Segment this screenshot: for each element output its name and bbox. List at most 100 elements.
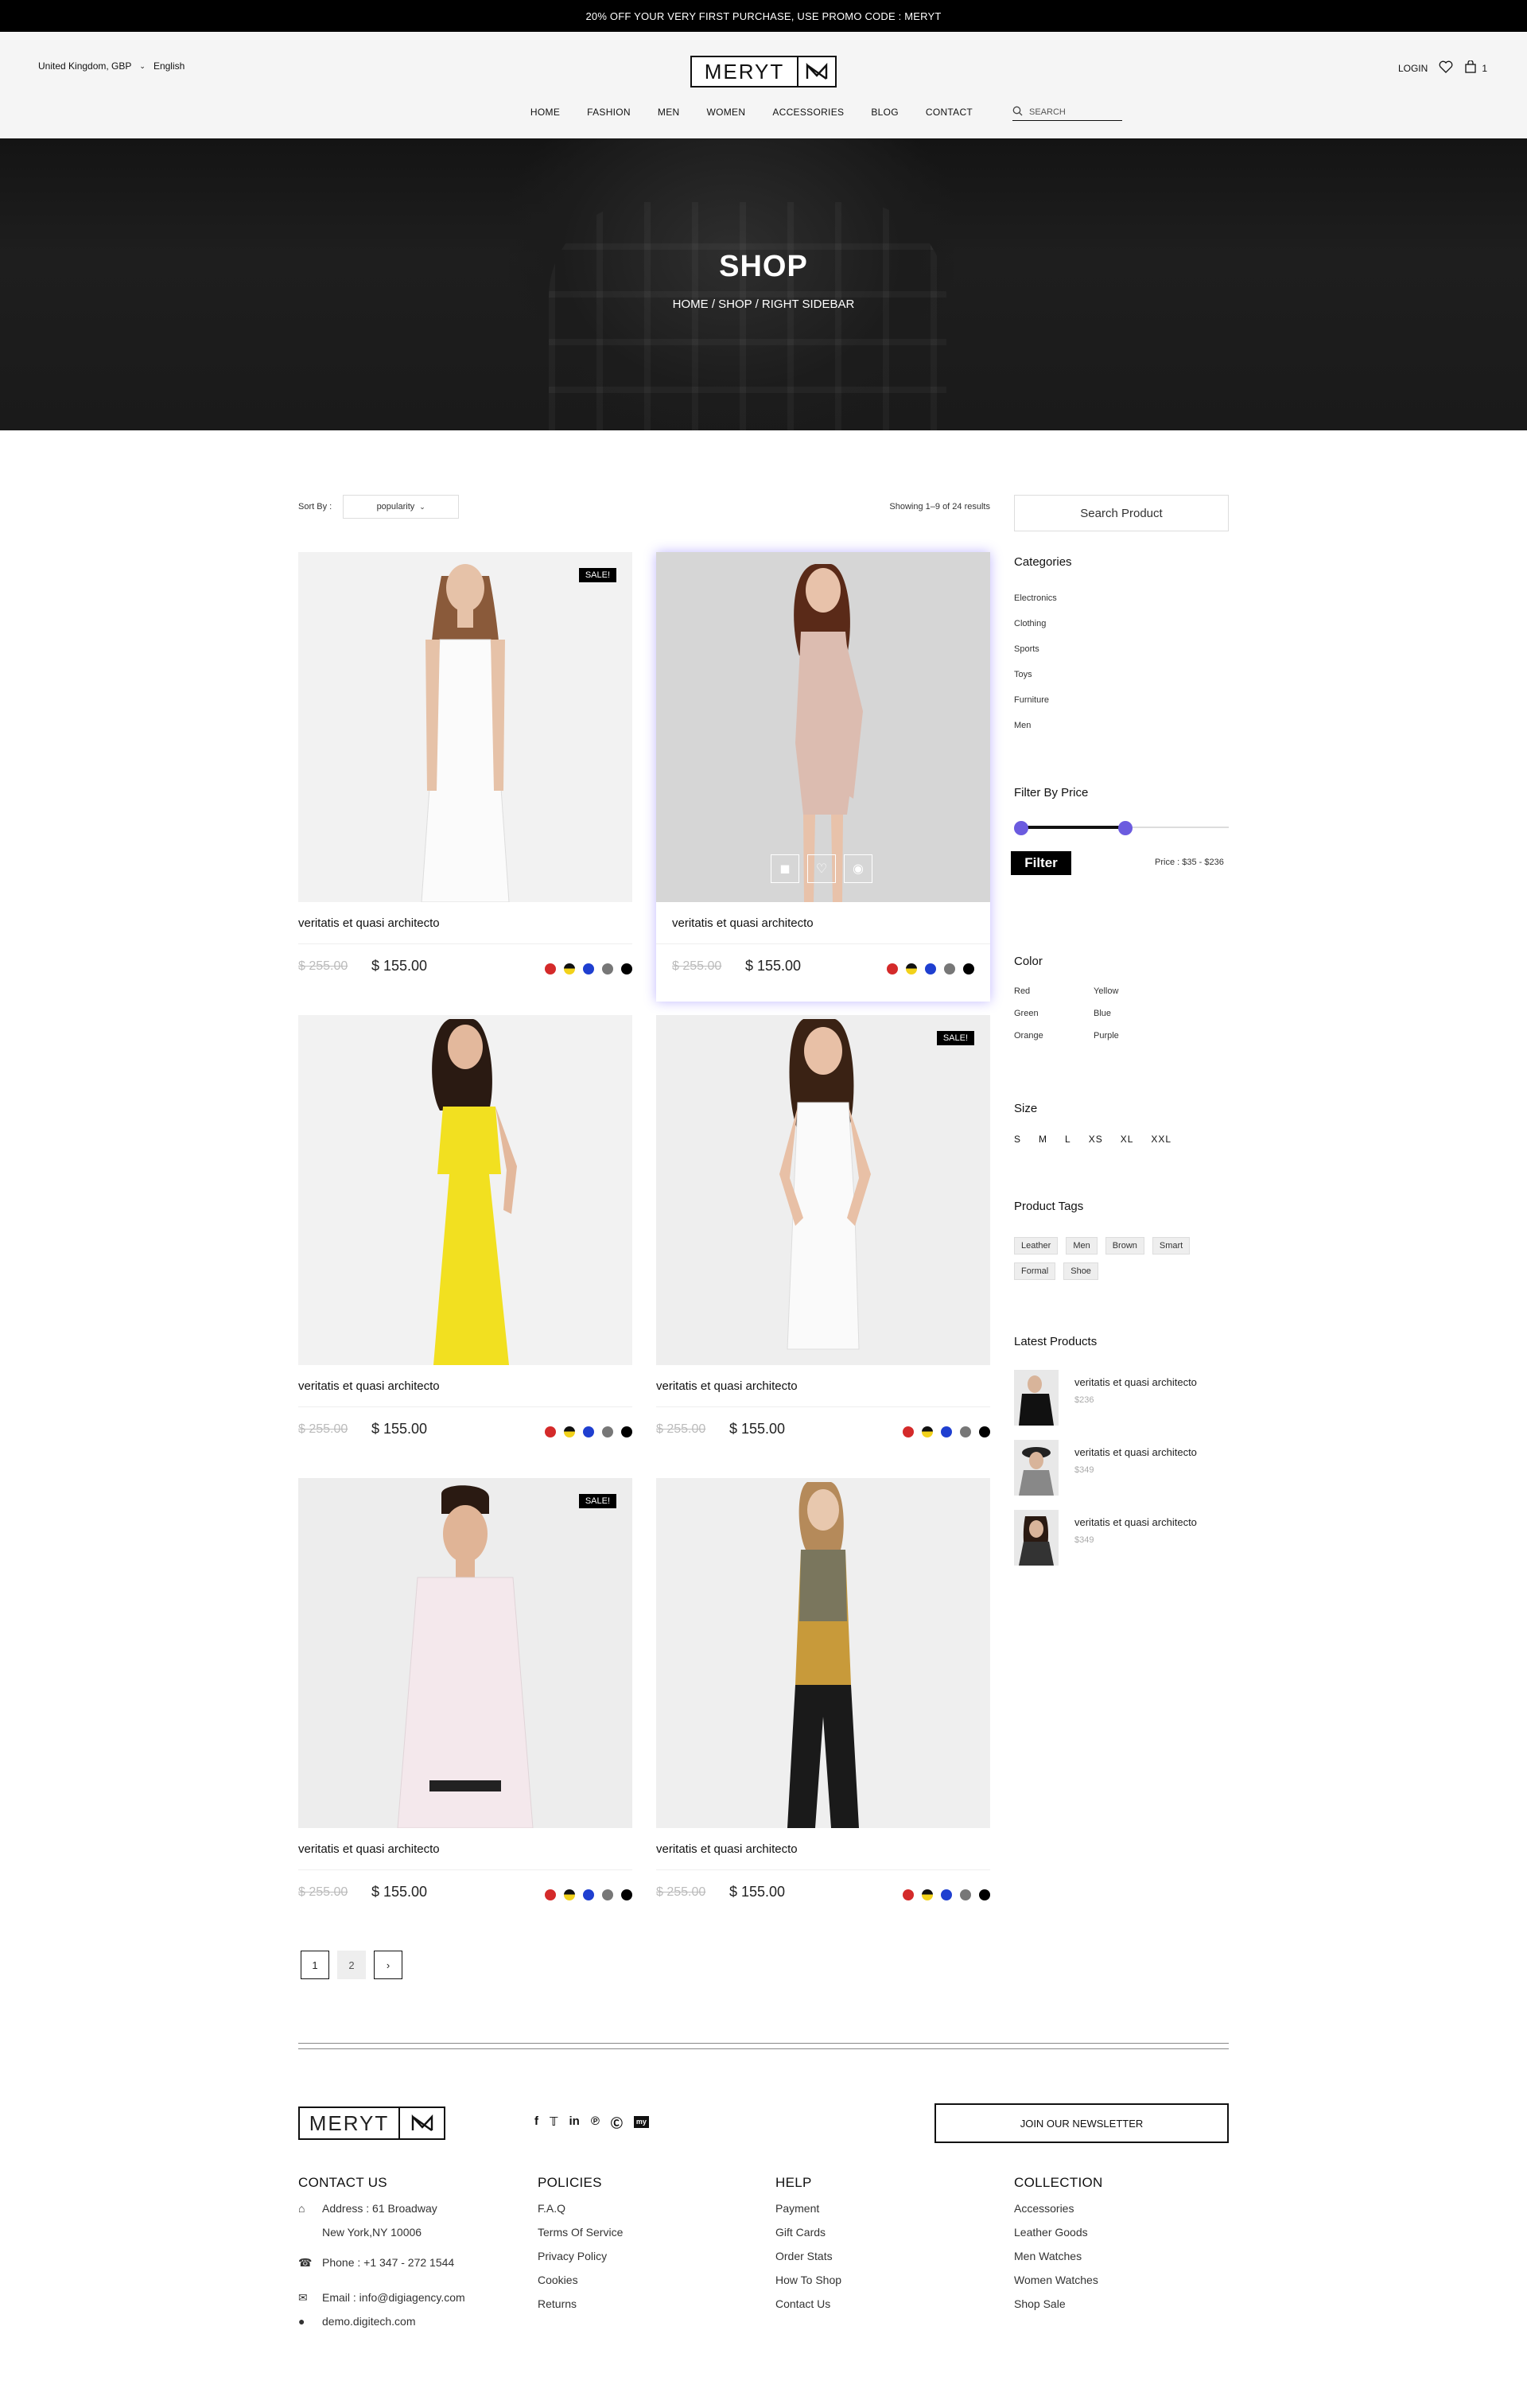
website-link[interactable]: demo.digitech.com [322, 2315, 416, 2328]
product-title[interactable]: veritatis et quasi architecto [672, 916, 814, 930]
footer-link-cookies[interactable]: Cookies [538, 2274, 623, 2297]
color-yellow[interactable]: Yellow [1094, 986, 1173, 996]
category-sports[interactable]: Sports [1014, 644, 1229, 670]
pinterest-icon[interactable]: ℗ [591, 2114, 600, 2131]
nav-accessories[interactable]: ACCESSORIES [759, 107, 857, 118]
next-page-button[interactable]: › [374, 1951, 402, 1979]
locale-selector[interactable]: United Kingdom, GBP ⌄ English [38, 60, 185, 72]
linkedin-icon[interactable]: in [569, 2114, 579, 2131]
color-swatch[interactable] [903, 1889, 914, 1900]
size-xl[interactable]: XL [1121, 1134, 1134, 1145]
category-clothing[interactable]: Clothing [1014, 619, 1229, 644]
color-swatch[interactable] [941, 1889, 952, 1900]
nav-women[interactable]: WOMEN [693, 107, 759, 118]
chevron-down-icon[interactable]: ⌄ [139, 62, 146, 71]
color-swatch[interactable] [583, 1426, 594, 1437]
color-swatch[interactable] [564, 1889, 575, 1900]
product-image[interactable]: SALE! [298, 1478, 632, 1828]
page-1-button[interactable]: 1 [301, 1951, 329, 1979]
nav-fashion[interactable]: FASHION [573, 107, 644, 118]
category-electronics[interactable]: Electronics [1014, 593, 1229, 619]
tag-smart[interactable]: Smart [1152, 1237, 1191, 1255]
product-image[interactable]: SALE! [656, 1015, 990, 1365]
latest-product-thumbnail[interactable] [1014, 1370, 1059, 1426]
footer-link-accessories[interactable]: Accessories [1014, 2202, 1103, 2226]
heart-icon[interactable] [1439, 60, 1453, 76]
latest-product-item[interactable]: veritatis et quasi architecto $349 [1014, 1510, 1229, 1566]
color-swatch[interactable] [944, 963, 955, 974]
wishlist-heart-icon[interactable]: ♡ [807, 854, 836, 883]
sort-select[interactable]: popularity ⌄ [343, 495, 460, 519]
color-swatch[interactable] [602, 1889, 613, 1900]
color-swatch[interactable] [602, 1426, 613, 1437]
myspace-icon[interactable]: my [633, 2116, 649, 2128]
color-swatch[interactable] [602, 963, 613, 974]
filter-button[interactable]: Filter [1011, 851, 1071, 875]
color-swatch[interactable] [545, 1889, 556, 1900]
footer-link-gift-cards[interactable]: Gift Cards [775, 2226, 841, 2250]
twitter-icon[interactable]: 𝕋 [550, 2114, 558, 2131]
page-2-button[interactable]: 2 [337, 1951, 366, 1979]
facebook-icon[interactable]: f [534, 2114, 538, 2131]
tag-shoe[interactable]: Shoe [1063, 1262, 1098, 1280]
language-label[interactable]: English [153, 60, 185, 72]
search-product-input[interactable]: Search Product [1014, 495, 1229, 531]
color-swatch[interactable] [922, 1426, 933, 1437]
footer-link-faq[interactable]: F.A.Q [538, 2202, 623, 2226]
color-swatch[interactable] [545, 1426, 556, 1437]
product-image[interactable] [656, 1478, 990, 1828]
footer-link-order-stats[interactable]: Order Stats [775, 2250, 841, 2274]
color-swatch[interactable] [925, 963, 936, 974]
tag-formal[interactable]: Formal [1014, 1262, 1056, 1280]
size-s[interactable]: S [1014, 1134, 1021, 1145]
skype-icon[interactable]: Ⓒ [611, 2114, 623, 2131]
color-swatch[interactable] [979, 1426, 990, 1437]
category-toys[interactable]: Toys [1014, 670, 1229, 695]
color-swatch[interactable] [906, 963, 917, 974]
size-l[interactable]: L [1065, 1134, 1071, 1145]
latest-product-title[interactable]: veritatis et quasi architecto [1074, 1376, 1197, 1388]
footer-link-privacy[interactable]: Privacy Policy [538, 2250, 623, 2274]
color-blue[interactable]: Blue [1094, 1009, 1173, 1018]
product-image[interactable]: ◼ ♡ ◉ [656, 552, 990, 902]
product-title[interactable]: veritatis et quasi architecto [656, 1379, 798, 1393]
product-card[interactable]: SALE! veritatis et quasi architecto $ 25… [656, 1015, 990, 1465]
footer-logo[interactable]: MERYT [298, 2107, 445, 2140]
product-title[interactable]: veritatis et quasi architecto [298, 1379, 440, 1393]
footer-link-men-watches[interactable]: Men Watches [1014, 2250, 1103, 2274]
latest-product-thumbnail[interactable] [1014, 1510, 1059, 1566]
color-swatch[interactable] [583, 963, 594, 974]
footer-link-how-to-shop[interactable]: How To Shop [775, 2274, 841, 2297]
color-purple[interactable]: Purple [1094, 1031, 1173, 1041]
add-to-cart-icon[interactable]: ◼ [771, 854, 799, 883]
color-swatch[interactable] [941, 1426, 952, 1437]
product-card[interactable]: SALE! veritatis et quasi architecto $ 25… [298, 1478, 632, 1928]
quick-view-eye-icon[interactable]: ◉ [844, 854, 872, 883]
size-m[interactable]: M [1039, 1134, 1047, 1145]
latest-product-thumbnail[interactable] [1014, 1440, 1059, 1496]
tag-brown[interactable]: Brown [1105, 1237, 1144, 1255]
nav-home[interactable]: HOME [517, 107, 573, 118]
product-card[interactable]: veritatis et quasi architecto $ 255.00 $… [298, 1015, 632, 1465]
latest-product-item[interactable]: veritatis et quasi architecto $349 [1014, 1440, 1229, 1496]
footer-link-shop-sale[interactable]: Shop Sale [1014, 2297, 1103, 2321]
product-card[interactable]: ◼ ♡ ◉ veritatis et quasi architecto $ 25… [656, 552, 990, 1002]
color-swatch[interactable] [903, 1426, 914, 1437]
color-swatch[interactable] [963, 963, 974, 974]
header-search[interactable]: SEARCH [1012, 103, 1122, 121]
color-swatch[interactable] [922, 1889, 933, 1900]
color-swatch[interactable] [960, 1426, 971, 1437]
price-range-slider[interactable] [1014, 821, 1229, 835]
product-title[interactable]: veritatis et quasi architecto [298, 1842, 440, 1856]
product-title[interactable]: veritatis et quasi architecto [298, 916, 440, 930]
color-swatch[interactable] [564, 963, 575, 974]
nav-contact[interactable]: CONTACT [912, 107, 986, 118]
product-title[interactable]: veritatis et quasi architecto [656, 1842, 798, 1856]
color-swatch[interactable] [979, 1889, 990, 1900]
latest-product-title[interactable]: veritatis et quasi architecto [1074, 1516, 1197, 1528]
category-men[interactable]: Men [1014, 721, 1229, 746]
product-card[interactable]: veritatis et quasi architecto $ 255.00 $… [656, 1478, 990, 1928]
slider-handle-max[interactable] [1118, 821, 1133, 835]
color-swatch[interactable] [621, 1889, 632, 1900]
cart-icon[interactable] [1464, 60, 1477, 76]
